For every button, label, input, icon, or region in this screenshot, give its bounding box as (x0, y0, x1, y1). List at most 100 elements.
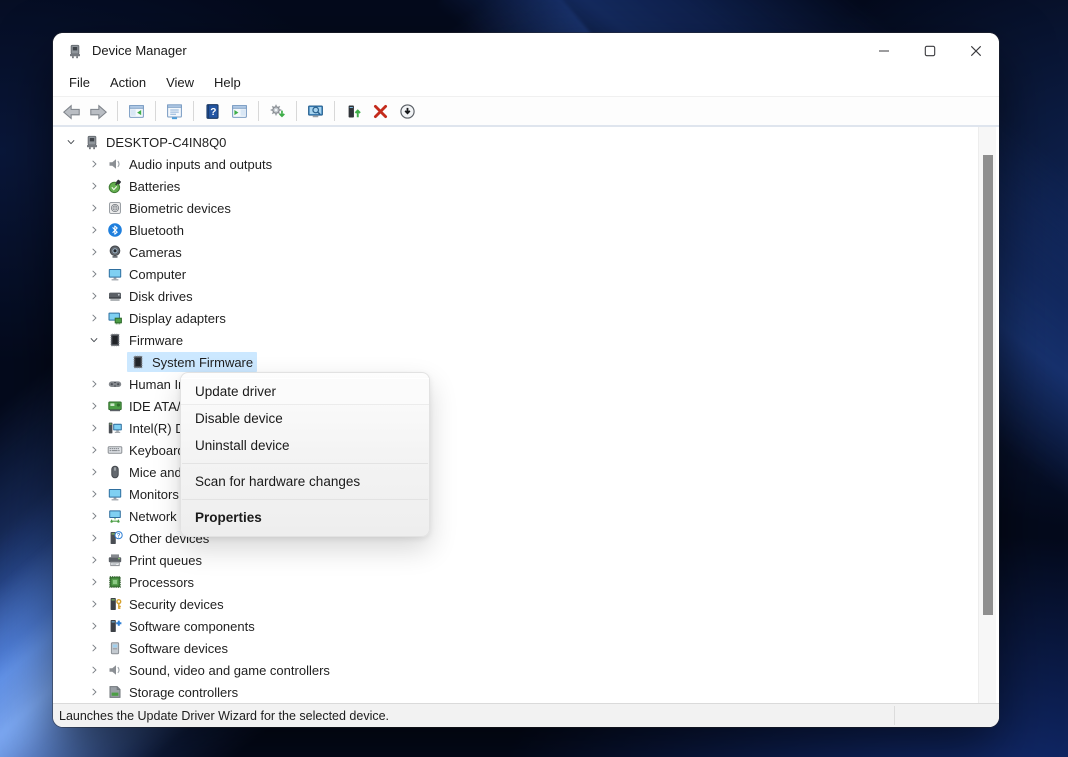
chevron-right-icon[interactable] (84, 444, 104, 456)
context-menu-item-scan-for-hardware-changes[interactable]: Scan for hardware changes (181, 468, 429, 495)
toolbar-properties-button[interactable] (161, 98, 188, 124)
tree-item-body[interactable]: Security devices (104, 594, 228, 614)
chevron-right-icon[interactable] (84, 268, 104, 280)
tree-item-desktop-c4in8q0[interactable]: DESKTOP-C4IN8Q0 (53, 131, 977, 153)
tree-item-body[interactable]: Cameras (104, 242, 186, 262)
chevron-right-icon[interactable] (84, 224, 104, 236)
chevron-right-icon[interactable] (84, 422, 104, 434)
tree-item-body[interactable]: Software components (104, 616, 259, 636)
chevron-right-icon[interactable] (84, 290, 104, 302)
tree-item-label: Monitors (129, 487, 179, 502)
context-menu-item-disable-device[interactable]: Disable device (181, 405, 429, 432)
monitor-icon (106, 266, 123, 282)
maximize-button[interactable] (907, 33, 953, 68)
minimize-button[interactable] (861, 33, 907, 68)
chevron-down-icon[interactable] (84, 334, 104, 346)
toolbar-back-button[interactable] (58, 98, 85, 124)
window-controls (861, 33, 999, 68)
toolbar-disable-device-button[interactable] (394, 98, 421, 124)
chevron-right-icon[interactable] (84, 510, 104, 522)
tree-item-body[interactable]: Sound, video and game controllers (104, 660, 334, 680)
disk-icon (106, 288, 123, 304)
speaker-icon (106, 156, 123, 172)
tree-item-body[interactable]: Display adapters (104, 308, 230, 328)
menu-view[interactable]: View (156, 71, 204, 94)
toolbar-help-button[interactable]: ? (199, 98, 226, 124)
tree-item-sound-video-and-game-controllers[interactable]: Sound, video and game controllers (53, 659, 977, 681)
menu-help[interactable]: Help (204, 71, 251, 94)
tree-item-body[interactable]: Computer (104, 264, 190, 284)
menu-file[interactable]: File (59, 71, 100, 94)
toolbar-show-console-tree-button[interactable] (123, 98, 150, 124)
storage-icon (106, 684, 123, 700)
chevron-right-icon[interactable] (84, 312, 104, 324)
scrollbar-thumb[interactable] (983, 155, 993, 615)
vertical-scrollbar[interactable] (978, 127, 996, 703)
tree-item-body[interactable]: Bluetooth (104, 220, 188, 240)
toolbar-forward-button[interactable] (85, 98, 112, 124)
chevron-right-icon[interactable] (84, 686, 104, 698)
monitor-icon (106, 486, 123, 502)
pc-root-icon (83, 134, 100, 150)
toolbar-update-driver-button[interactable] (340, 98, 367, 124)
chevron-right-icon[interactable] (84, 466, 104, 478)
context-menu-item-uninstall-device[interactable]: Uninstall device (181, 432, 429, 459)
chevron-right-icon[interactable] (84, 488, 104, 500)
chevron-down-icon[interactable] (61, 136, 81, 148)
tree-item-firmware[interactable]: Firmware (53, 329, 977, 351)
chevron-right-icon[interactable] (84, 202, 104, 214)
mouse-icon (106, 464, 123, 480)
tree-item-body[interactable]: Processors (104, 572, 198, 592)
tree-item-body[interactable]: Software devices (104, 638, 232, 658)
tree-item-bluetooth[interactable]: Bluetooth (53, 219, 977, 241)
chevron-right-icon[interactable] (84, 642, 104, 654)
context-menu-separator (182, 499, 428, 500)
svg-text:?: ? (210, 107, 216, 118)
tree-item-body[interactable]: Biometric devices (104, 198, 235, 218)
chevron-right-icon[interactable] (84, 378, 104, 390)
tree-item-system-firmware[interactable]: System Firmware (53, 351, 977, 373)
tree-item-display-adapters[interactable]: Display adapters (53, 307, 977, 329)
chevron-right-icon[interactable] (84, 532, 104, 544)
chevron-right-icon[interactable] (84, 554, 104, 566)
toolbar-scan-for-hardware-changes-button[interactable] (264, 98, 291, 124)
tree-item-storage-controllers[interactable]: Storage controllers (53, 681, 977, 703)
chevron-right-icon[interactable] (84, 620, 104, 632)
tree-item-print-queues[interactable]: Print queues (53, 549, 977, 571)
chevron-right-icon[interactable] (84, 576, 104, 588)
tree-item-biometric-devices[interactable]: Biometric devices (53, 197, 977, 219)
tree-item-audio-inputs-and-outputs[interactable]: Audio inputs and outputs (53, 153, 977, 175)
chevron-right-icon[interactable] (84, 400, 104, 412)
context-menu-item-properties[interactable]: Properties (181, 504, 429, 531)
toolbar-remote-computer-button[interactable] (302, 98, 329, 124)
tree-item-body[interactable]: Storage controllers (104, 682, 242, 702)
chevron-right-icon[interactable] (84, 246, 104, 258)
tree-item-cameras[interactable]: Cameras (53, 241, 977, 263)
selected-tree-item[interactable]: System Firmware (127, 352, 257, 372)
tree-item-batteries[interactable]: Batteries (53, 175, 977, 197)
chevron-right-icon[interactable] (84, 664, 104, 676)
printer-icon (106, 552, 123, 568)
tree-item-disk-drives[interactable]: Disk drives (53, 285, 977, 307)
chip-icon (106, 332, 123, 348)
tree-item-processors[interactable]: Processors (53, 571, 977, 593)
tree-item-body[interactable]: Audio inputs and outputs (104, 154, 276, 174)
tree-item-body[interactable]: Print queues (104, 550, 206, 570)
context-menu-item-update-driver[interactable]: Update driver (181, 378, 429, 405)
toolbar-show-action-pane-button[interactable] (226, 98, 253, 124)
tree-item-body[interactable]: Disk drives (104, 286, 197, 306)
tree-item-security-devices[interactable]: Security devices (53, 593, 977, 615)
tree-item-software-devices[interactable]: Software devices (53, 637, 977, 659)
toolbar-uninstall-device-button[interactable] (367, 98, 394, 124)
chevron-right-icon[interactable] (84, 598, 104, 610)
chevron-right-icon[interactable] (84, 158, 104, 170)
tree-item-body[interactable]: Monitors (104, 484, 183, 504)
chevron-right-icon[interactable] (84, 180, 104, 192)
tree-item-body[interactable]: Firmware (104, 330, 187, 350)
tree-item-body[interactable]: Batteries (104, 176, 184, 196)
tree-item-software-components[interactable]: Software components (53, 615, 977, 637)
tree-item-body[interactable]: DESKTOP-C4IN8Q0 (81, 132, 230, 152)
tree-item-computer[interactable]: Computer (53, 263, 977, 285)
close-button[interactable] (953, 33, 999, 68)
menu-action[interactable]: Action (100, 71, 156, 94)
